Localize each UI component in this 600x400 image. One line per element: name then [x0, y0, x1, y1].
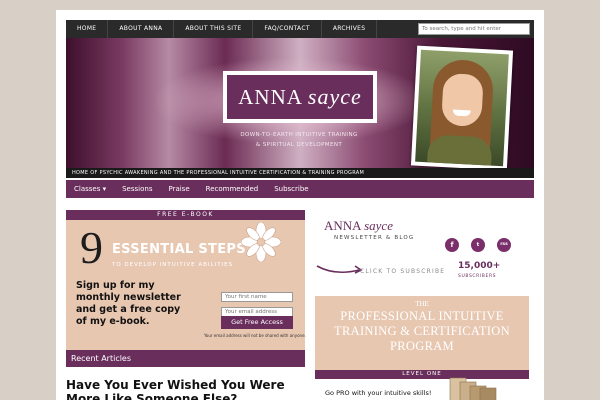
page-container: Home About Anna About This Site FAQ/Cont…	[56, 10, 544, 400]
lotus-flower-icon	[241, 222, 281, 262]
nav-home[interactable]: Home	[66, 20, 109, 38]
twitter-icon[interactable]: t	[471, 238, 485, 252]
program-banner[interactable]: THE Professional Intuitive Training & Ce…	[315, 296, 529, 370]
signup-text: Sign up for my monthly newsletter and ge…	[76, 280, 181, 327]
banner-strip: Home of Psychic Awakening and the Profes…	[66, 168, 534, 178]
nav-faq-contact[interactable]: FAQ/Contact	[253, 20, 322, 38]
search-input[interactable]	[418, 23, 530, 35]
newsletter-logo-name: ANNA	[324, 218, 361, 233]
author-photo	[410, 45, 514, 171]
newsletter-logo-script: sayce	[364, 218, 393, 233]
nav-about-anna[interactable]: About Anna	[108, 20, 175, 38]
top-navigation: Home About Anna About This Site FAQ/Cont…	[66, 20, 534, 38]
subnav-recommended[interactable]: Recommended	[198, 180, 267, 198]
arrow-icon	[316, 265, 363, 274]
privacy-note: Your email address will not be shared wi…	[204, 333, 306, 338]
logo-script: sayce	[307, 84, 362, 109]
rss-icon[interactable]: rss	[497, 238, 511, 252]
first-name-field[interactable]	[221, 292, 293, 302]
logo-inner: ANNA sayce	[227, 75, 373, 119]
newsletter-logo[interactable]: ANNA sayce	[324, 218, 393, 234]
ebook-header: Free E-Book	[66, 210, 305, 220]
ebook-signup-box: Free E-Book 9 ESSENTIAL STEPS to Develop…	[66, 210, 306, 350]
tagline-line-1: Down-to-Earth Intuitive Training	[240, 132, 358, 138]
click-to-subscribe-link[interactable]: Click to Subscribe	[360, 268, 445, 275]
subscriber-label: Subscribers	[458, 274, 497, 279]
nav-archives[interactable]: Archives	[322, 20, 378, 38]
newsletter-subtitle: Newsletter & Blog	[334, 235, 415, 241]
sub-navigation: Classes ▾ Sessions Praise Recommended Su…	[66, 180, 534, 198]
subnav-subscribe[interactable]: Subscribe	[266, 180, 316, 198]
program-books-icon	[449, 377, 497, 400]
site-logo[interactable]: ANNA sayce	[223, 71, 377, 123]
article-title-link[interactable]: Have You Ever Wished You Were More Like …	[66, 378, 305, 400]
ebook-title: ESSENTIAL STEPS	[112, 242, 246, 257]
author-photo-image	[415, 49, 509, 167]
program-title: Professional Intuitive Training & Certif…	[334, 309, 510, 353]
site-tagline: Down-to-Earth Intuitive Training & Spiri…	[228, 130, 370, 150]
photo-face	[441, 72, 484, 128]
header-banner: ANNA sayce Down-to-Earth Intuitive Train…	[66, 38, 534, 178]
program-text: Go PRO with your intuitive skills! Learn…	[325, 389, 441, 400]
subscriber-count: 15,000+	[458, 261, 501, 271]
ebook-subtitle: to Develop Intuitive Abilities	[112, 262, 234, 268]
recent-articles-header: Recent Articles	[66, 350, 305, 367]
logo-name: ANNA	[238, 84, 303, 109]
photo-shirt	[427, 134, 493, 167]
get-free-access-button[interactable]: Get Free Access	[221, 316, 293, 329]
ebook-number: 9	[80, 222, 103, 273]
facebook-icon[interactable]: f	[445, 238, 459, 252]
subnav-praise[interactable]: Praise	[160, 180, 197, 198]
subnav-sessions[interactable]: Sessions	[114, 180, 160, 198]
tagline-line-2: & Spiritual Development	[255, 142, 343, 148]
program-the: THE	[415, 300, 429, 308]
subnav-classes[interactable]: Classes ▾	[66, 180, 114, 198]
nav-about-site[interactable]: About This Site	[174, 20, 254, 38]
